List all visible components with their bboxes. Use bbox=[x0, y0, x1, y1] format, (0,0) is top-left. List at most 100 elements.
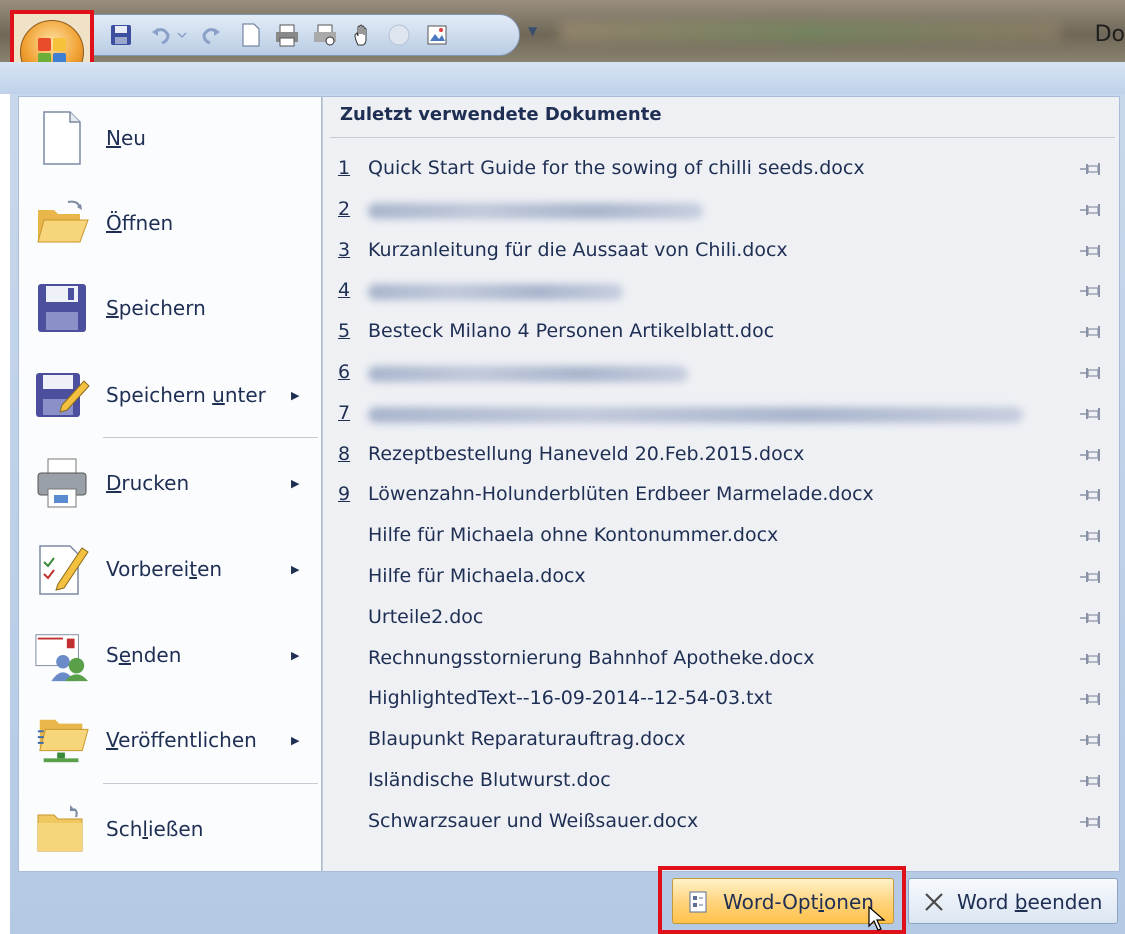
printer-icon bbox=[276, 24, 298, 47]
pin-icon[interactable] bbox=[1078, 486, 1102, 504]
hand-tool-qat-button[interactable] bbox=[349, 21, 377, 49]
recent-document-name: Rechnungsstornierung Bahnhof Apotheke.do… bbox=[368, 646, 815, 669]
menu-item-label: Neu bbox=[106, 126, 146, 150]
print-preview-qat-button[interactable] bbox=[311, 21, 339, 49]
customize-qat-icon[interactable]: ▼ bbox=[528, 24, 542, 38]
menu-item-send[interactable]: Senden ▶ bbox=[18, 615, 322, 695]
print-qat-button[interactable] bbox=[273, 21, 301, 49]
publish-folder-icon bbox=[34, 710, 90, 770]
recent-document-number: 2 bbox=[338, 197, 351, 220]
undo-dropdown-button[interactable] bbox=[175, 21, 189, 49]
submenu-arrow-icon: ▶ bbox=[291, 648, 300, 662]
recent-document-item[interactable]: HighlightedText--16-09-2014--12-54-03.tx… bbox=[330, 680, 1115, 720]
circle-icon bbox=[388, 24, 410, 46]
recent-document-item[interactable]: Hilfe für Michaela.docx bbox=[330, 558, 1115, 598]
recent-document-item[interactable]: 2 bbox=[330, 191, 1115, 231]
menu-item-label: Drucken bbox=[106, 471, 190, 495]
recent-documents-title: Zuletzt verwendete Dokumente bbox=[340, 104, 662, 125]
pin-icon[interactable] bbox=[1078, 650, 1102, 668]
recent-document-item[interactable]: 6 bbox=[330, 354, 1115, 394]
menu-item-label: Vorbereiten bbox=[106, 557, 223, 581]
recent-document-item[interactable]: Urteile2.doc bbox=[330, 599, 1115, 639]
options-icon bbox=[689, 891, 707, 913]
pin-icon[interactable] bbox=[1078, 690, 1102, 708]
recent-document-item[interactable]: 9 Löwenzahn-Holunderblüten Erdbeer Marmel… bbox=[330, 476, 1115, 516]
redo-icon bbox=[202, 28, 220, 45]
recent-document-item[interactable]: Schwarzsauer und Weißsauer.docx bbox=[330, 803, 1115, 843]
recent-document-item[interactable]: Hilfe für Michaela ohne Kontonummer.docx bbox=[330, 517, 1115, 557]
blank-page-icon bbox=[242, 23, 260, 47]
exit-word-label: Word beenden bbox=[957, 890, 1103, 914]
redo-qat-button[interactable] bbox=[197, 21, 225, 49]
menu-item-save[interactable]: Speichern bbox=[18, 268, 322, 348]
recent-document-name: Urteile2.doc bbox=[368, 605, 484, 628]
recent-document-number: 4 bbox=[338, 279, 351, 302]
disabled-qat-button[interactable] bbox=[385, 21, 413, 49]
pin-icon[interactable] bbox=[1078, 568, 1102, 586]
blurred-document-name bbox=[368, 202, 703, 219]
recent-document-number: 6 bbox=[338, 361, 351, 383]
pin-icon[interactable] bbox=[1078, 609, 1102, 627]
menu-item-open[interactable]: Öffnen bbox=[18, 183, 322, 263]
close-x-icon bbox=[925, 893, 943, 911]
recent-document-item[interactable]: 1 Quick Start Guide for the sowing of chi… bbox=[330, 150, 1115, 190]
undo-qat-button[interactable] bbox=[147, 21, 175, 49]
menu-item-close[interactable]: Schließen bbox=[18, 789, 322, 869]
menu-item-publish[interactable]: Veröffentlichen ▶ bbox=[18, 700, 322, 780]
save-as-icon bbox=[34, 365, 90, 425]
menu-item-label: Schließen bbox=[106, 817, 204, 841]
recent-document-name: HighlightedText--16-09-2014--12-54-03.tx… bbox=[368, 687, 773, 710]
pin-icon[interactable] bbox=[1078, 731, 1102, 749]
pin-icon[interactable] bbox=[1078, 201, 1102, 219]
close-folder-icon bbox=[34, 799, 90, 859]
recent-document-item[interactable]: 3 Kurzanleitung für die Aussaat von Chili… bbox=[330, 232, 1115, 272]
recent-document-name: Kurzanleitung für die Aussaat von Chili.… bbox=[368, 238, 788, 261]
pin-icon[interactable] bbox=[1078, 446, 1102, 464]
menu-item-prepare[interactable]: Vorbereiten ▶ bbox=[18, 529, 322, 609]
title-separator bbox=[330, 137, 1115, 138]
recent-document-item[interactable]: Blaupunkt Reparaturauftrag.docx bbox=[330, 721, 1115, 761]
menu-item-label: Veröffentlichen bbox=[106, 728, 257, 752]
pin-icon[interactable] bbox=[1078, 323, 1102, 341]
prepare-document-icon bbox=[34, 539, 90, 599]
menu-item-print[interactable]: Drucken ▶ bbox=[18, 443, 322, 523]
pin-icon[interactable] bbox=[1078, 527, 1102, 545]
image-qat-button[interactable] bbox=[423, 21, 451, 49]
pin-icon[interactable] bbox=[1078, 282, 1102, 300]
word-options-label: Word-Optionen bbox=[723, 890, 874, 914]
recent-document-name: Isländische Blutwurst.doc bbox=[368, 769, 611, 791]
recent-document-item[interactable]: 8 Rezeptbestellung Haneveld 20.Feb.2015.d… bbox=[330, 436, 1115, 476]
pin-icon[interactable] bbox=[1078, 364, 1102, 382]
submenu-arrow-icon: ▶ bbox=[291, 388, 300, 402]
pin-icon[interactable] bbox=[1078, 160, 1102, 178]
new-document-qat-button[interactable] bbox=[237, 21, 265, 49]
recent-document-item[interactable]: 5 Besteck Milano 4 Personen Artikelblatt.… bbox=[330, 313, 1115, 353]
word-options-button[interactable]: Word-Optionen bbox=[672, 878, 894, 924]
pin-icon[interactable] bbox=[1078, 772, 1102, 790]
recent-document-item[interactable]: 7 bbox=[330, 395, 1115, 435]
undo-icon bbox=[152, 28, 170, 45]
pin-icon[interactable] bbox=[1078, 813, 1102, 831]
recent-document-name: Löwenzahn-Holunderblüten Erdbeer Marmela… bbox=[368, 483, 874, 506]
recent-document-item[interactable]: 4 bbox=[330, 272, 1115, 312]
send-icon bbox=[34, 625, 90, 685]
menu-item-label: Senden bbox=[106, 643, 182, 667]
pin-icon[interactable] bbox=[1078, 242, 1102, 260]
print-preview-icon bbox=[314, 24, 336, 46]
recent-document-item[interactable]: Isländische Blutwurst.doc bbox=[330, 762, 1115, 802]
recent-document-name: Rezeptbestellung Haneveld 20.Feb.2015.do… bbox=[368, 442, 805, 465]
save-qat-button[interactable] bbox=[107, 21, 135, 49]
recent-document-number: 8 bbox=[338, 442, 351, 465]
menu-item-new[interactable]: Neu bbox=[18, 98, 322, 178]
recent-document-name: Hilfe für Michaela.docx bbox=[368, 565, 586, 587]
recent-document-item[interactable]: Rechnungsstornierung Bahnhof Apotheke.do… bbox=[330, 640, 1115, 680]
hand-icon bbox=[354, 24, 367, 46]
exit-word-button[interactable]: Word beenden bbox=[908, 878, 1118, 924]
window-title: Do bbox=[1094, 22, 1125, 47]
menu-separator bbox=[103, 437, 318, 438]
menu-item-label: Speichern bbox=[106, 296, 206, 320]
menu-item-save-as[interactable]: Speichern unter ▶ bbox=[18, 355, 322, 435]
recent-document-number: 5 bbox=[338, 320, 351, 343]
pin-icon[interactable] bbox=[1078, 405, 1102, 423]
submenu-arrow-icon: ▶ bbox=[291, 733, 300, 747]
